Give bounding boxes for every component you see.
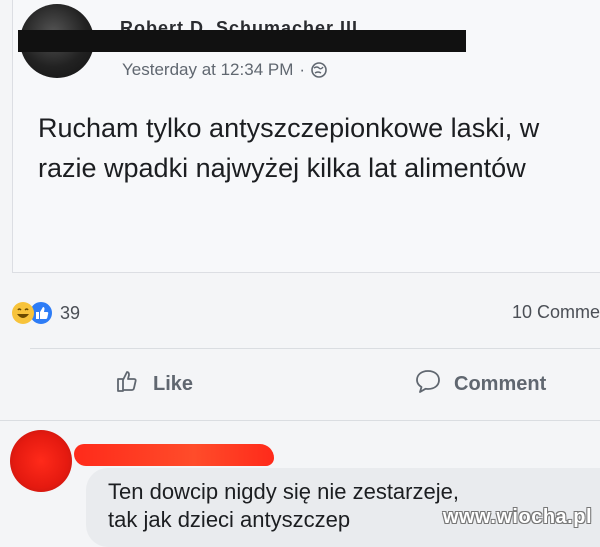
post-body-text: Rucham tylko antyszczepionkowe laski, w … — [38, 113, 540, 183]
like-button[interactable]: Like — [115, 368, 193, 400]
thumbs-up-icon — [115, 368, 141, 400]
comment-bubble-icon — [414, 368, 442, 400]
author-redaction — [18, 30, 466, 52]
comment-count[interactable]: 10 Comme — [512, 302, 600, 323]
meta-separator: · — [299, 60, 306, 79]
like-label: Like — [153, 372, 194, 395]
haha-icon — [12, 302, 34, 324]
comment-label: Comment — [454, 372, 547, 395]
reactions-summary[interactable]: 39 — [12, 300, 80, 326]
commenter-avatar-redacted[interactable] — [10, 430, 72, 492]
globe-icon[interactable] — [311, 62, 327, 78]
facebook-post-card: Robert D. Schumacher III Yesterday at 12… — [0, 0, 600, 547]
divider — [0, 420, 600, 421]
commenter-name-redaction — [74, 444, 274, 466]
comment-line-1: Ten dowcip nigdy się nie zestarzeje, — [108, 479, 459, 504]
post-meta: Yesterday at 12:34 PM · — [122, 60, 327, 80]
post-timestamp[interactable]: Yesterday at 12:34 PM — [122, 60, 293, 80]
comment-button[interactable]: Comment — [414, 368, 546, 400]
watermark: www.wiocha.pl — [442, 506, 592, 528]
reaction-count: 39 — [60, 302, 81, 323]
divider — [30, 348, 600, 349]
